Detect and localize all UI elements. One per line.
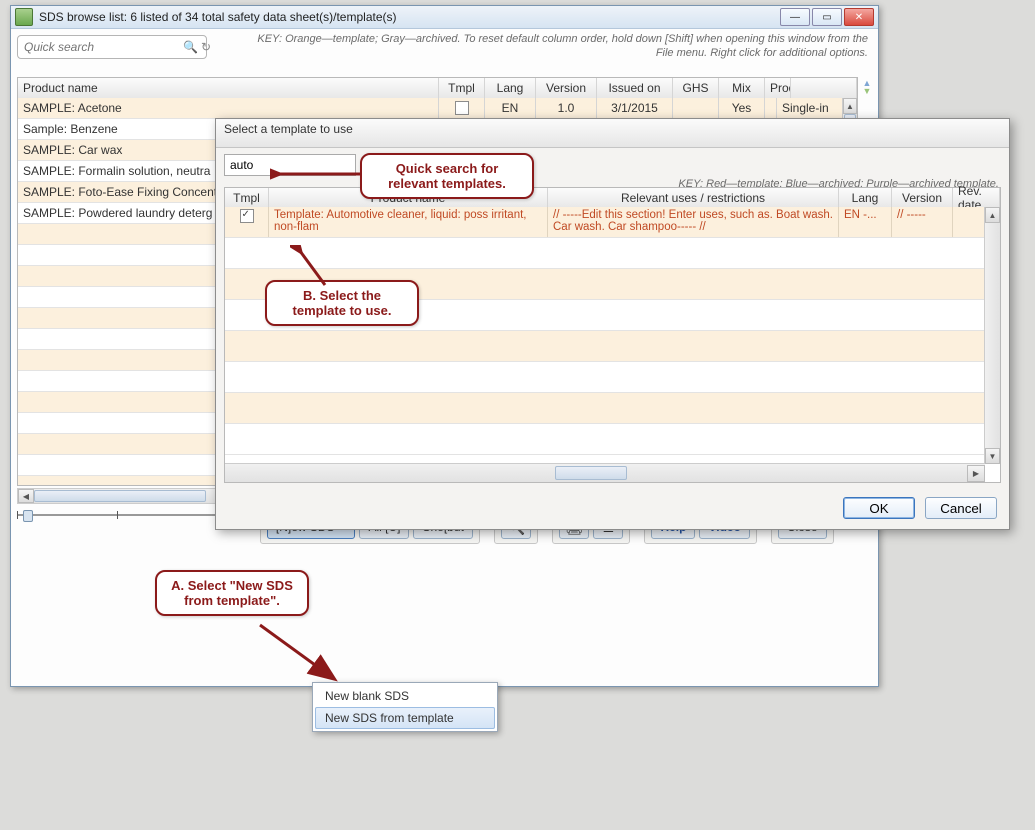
titlebar[interactable]: SDS browse list: 6 listed of 34 total sa… xyxy=(11,6,878,29)
col-tmpl[interactable]: Tmpl xyxy=(439,78,485,98)
col-lang[interactable]: Lang xyxy=(485,78,536,98)
scroll-left-icon[interactable]: ◀ xyxy=(18,489,34,503)
table-header-row: Product name Tmpl Lang Version Issued on… xyxy=(18,78,857,99)
template-ver-cell: // ----- xyxy=(892,207,953,237)
cell-issued: 3/1/2015 xyxy=(597,98,673,118)
template-rev-cell xyxy=(953,207,985,237)
key-legend: KEY: Orange—template; Gray—archived. To … xyxy=(248,33,868,61)
template-search-input[interactable] xyxy=(224,154,356,176)
col-issued-on[interactable]: Issued on xyxy=(597,78,673,98)
menu-new-blank-sds[interactable]: New blank SDS xyxy=(315,685,495,707)
mcol-version[interactable]: Version xyxy=(892,188,953,207)
minimize-button[interactable]: — xyxy=(780,8,810,26)
cell-tmpl xyxy=(439,98,485,118)
callout-c: Quick search for relevant templates. xyxy=(360,153,534,199)
template-row[interactable]: Template: Automotive cleaner, liquid: po… xyxy=(225,207,985,238)
dialog-hscroll-thumb[interactable] xyxy=(555,466,627,480)
cancel-button[interactable]: Cancel xyxy=(925,497,997,519)
dialog-scroll-down-icon[interactable]: ▼ xyxy=(985,448,1000,464)
col-last[interactable] xyxy=(791,78,857,98)
template-table: Tmpl Product name Relevant uses / restri… xyxy=(224,187,1001,483)
mcol-uses[interactable]: Relevant uses / restrictions xyxy=(548,188,839,207)
template-table-body: Template: Automotive cleaner, liquid: po… xyxy=(225,207,985,464)
dialog-scroll-up-icon[interactable]: ▲ xyxy=(985,207,1000,223)
table-row[interactable]: SAMPLE: Acetone EN1.03/1/2015 Yes Single-in xyxy=(18,98,843,119)
dialog-scroll-right-icon[interactable]: ▶ xyxy=(967,465,985,482)
slider-handle[interactable] xyxy=(23,510,33,522)
dialog-vscrollbar[interactable]: ▲ ▼ xyxy=(984,207,1000,464)
mcol-rev-date[interactable]: Rev. date xyxy=(953,188,1000,207)
mcol-tmpl[interactable]: Tmpl xyxy=(225,188,269,207)
cell-mix: Yes xyxy=(719,98,765,118)
scroll-up-icon[interactable]: ▲ xyxy=(843,98,857,114)
dialog-title: Select a template to use xyxy=(216,119,1009,148)
cell-lang: EN xyxy=(485,98,536,118)
cell-prodno xyxy=(765,98,777,118)
col-ghs[interactable]: GHS xyxy=(673,78,719,98)
maximize-button[interactable]: ▭ xyxy=(812,8,842,26)
template-checkbox[interactable] xyxy=(240,209,254,223)
mcol-lang[interactable]: Lang xyxy=(839,188,892,207)
col-version[interactable]: Version xyxy=(536,78,597,98)
history-icon[interactable]: ↻ xyxy=(201,40,211,54)
quick-search-box[interactable]: 🔍 ↻ xyxy=(17,35,207,59)
close-window-button[interactable]: ✕ xyxy=(844,8,874,26)
cell-last: Single-in xyxy=(777,98,843,118)
template-lang-cell: EN -... xyxy=(839,207,892,237)
menu-new-sds-from-template[interactable]: New SDS from template xyxy=(315,707,495,729)
zoom-slider[interactable] xyxy=(17,508,217,522)
template-table-header: Tmpl Product name Relevant uses / restri… xyxy=(225,188,1000,208)
ok-button[interactable]: OK xyxy=(843,497,915,519)
tmpl-checkbox[interactable] xyxy=(455,101,469,115)
col-mix[interactable]: Mix xyxy=(719,78,765,98)
cell-ghs xyxy=(673,98,719,118)
callout-b: B. Select the template to use. xyxy=(265,280,419,326)
new-sds-dropdown: New blank SDS New SDS from template xyxy=(312,682,498,732)
hscroll-thumb[interactable] xyxy=(34,490,206,502)
cell-ver: 1.0 xyxy=(536,98,597,118)
template-name-cell: Template: Automotive cleaner, liquid: po… xyxy=(269,207,548,237)
app-icon xyxy=(15,8,33,26)
template-uses-cell: // -----Edit this section! Enter uses, s… xyxy=(548,207,839,237)
window-title: SDS browse list: 6 listed of 34 total sa… xyxy=(33,10,780,24)
dialog-hscrollbar[interactable]: ▶ xyxy=(225,463,985,482)
cell-name: SAMPLE: Acetone xyxy=(18,98,439,118)
quick-search-input[interactable] xyxy=(22,39,183,55)
sort-indicator-icon[interactable]: ▲▼ xyxy=(858,77,876,97)
col-product-no[interactable]: Product no. xyxy=(765,78,791,98)
search-icon[interactable]: 🔍 xyxy=(183,40,198,54)
callout-a: A. Select "New SDS from template". xyxy=(155,570,309,616)
col-product-name[interactable]: Product name xyxy=(18,78,439,98)
